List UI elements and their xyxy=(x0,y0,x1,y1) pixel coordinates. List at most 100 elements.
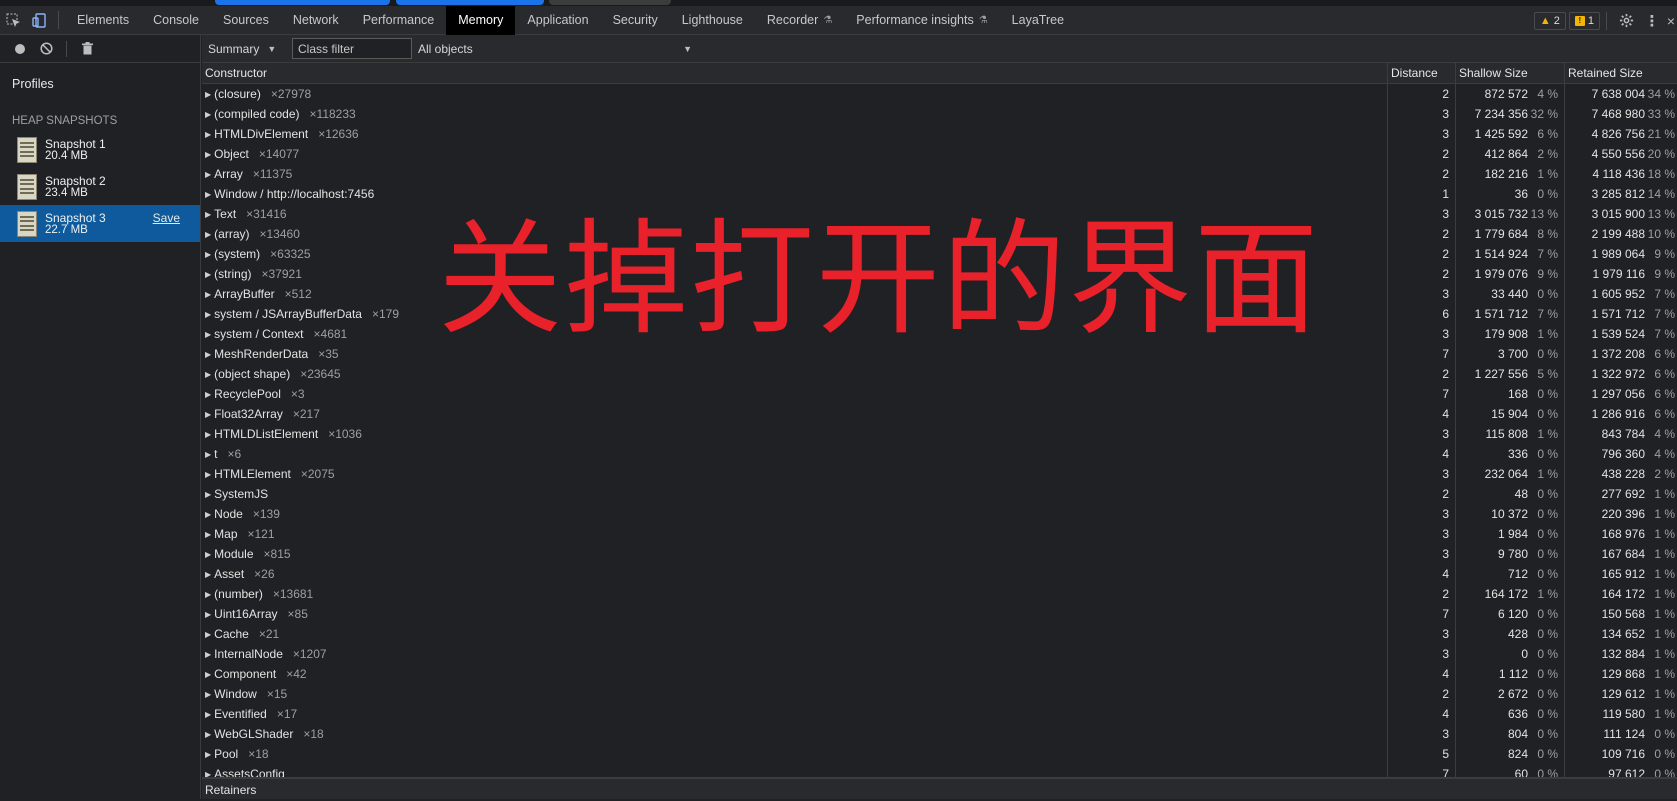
table-row[interactable]: ▶ WebGLShader ×18 3 804 0 % 111 124 0 % xyxy=(202,724,1677,744)
table-row[interactable]: ▶ Node ×139 3 10 372 0 % 220 396 1 % xyxy=(202,504,1677,524)
expand-triangle-icon[interactable]: ▶ xyxy=(205,585,211,604)
device-toolbar-icon[interactable] xyxy=(26,7,52,33)
tab-application[interactable]: Application xyxy=(515,6,600,35)
record-icon[interactable] xyxy=(8,37,32,61)
tab-elements[interactable]: Elements xyxy=(65,6,141,35)
expand-triangle-icon[interactable]: ▶ xyxy=(205,725,211,744)
snapshot-item[interactable]: Snapshot 3 22.7 MB Save xyxy=(0,205,200,242)
expand-triangle-icon[interactable]: ▶ xyxy=(205,385,211,404)
expand-triangle-icon[interactable]: ▶ xyxy=(205,305,211,324)
more-options-icon[interactable]: ⋮ xyxy=(1639,8,1665,34)
table-row[interactable]: ▶ HTMLDListElement ×1036 3 115 808 1 % 843 784… xyxy=(202,424,1677,444)
table-row[interactable]: ▶ Eventified ×17 4 636 0 % 119 580 1 % xyxy=(202,704,1677,724)
expand-triangle-icon[interactable]: ▶ xyxy=(205,165,211,184)
expand-triangle-icon[interactable]: ▶ xyxy=(205,645,211,664)
shallow-size-header[interactable]: Shallow Size xyxy=(1456,63,1565,84)
expand-triangle-icon[interactable]: ▶ xyxy=(205,685,211,704)
retained-size-header[interactable]: Retained Size xyxy=(1565,63,1677,84)
expand-triangle-icon[interactable]: ▶ xyxy=(205,85,211,104)
expand-triangle-icon[interactable]: ▶ xyxy=(205,185,211,204)
tab-memory[interactable]: Memory xyxy=(446,5,516,35)
expand-triangle-icon[interactable]: ▶ xyxy=(205,425,211,444)
snapshot-item[interactable]: Snapshot 1 20.4 MB xyxy=(0,131,200,168)
expand-triangle-icon[interactable]: ▶ xyxy=(205,125,211,144)
expand-triangle-icon[interactable]: ▶ xyxy=(205,405,211,424)
tab-lighthouse[interactable]: Lighthouse xyxy=(670,6,755,35)
snapshot-item[interactable]: Snapshot 2 23.4 MB xyxy=(0,168,200,205)
table-row[interactable]: ▶ AssetsConfig 7 60 0 % 97 612 0 % xyxy=(202,764,1677,777)
table-row[interactable]: ▶ RecyclePool ×3 7 168 0 % 1 297 056 6 % xyxy=(202,384,1677,404)
tab-layatree[interactable]: LayaTree xyxy=(1000,6,1076,35)
browser-tab[interactable] xyxy=(396,0,544,5)
expand-triangle-icon[interactable]: ▶ xyxy=(205,445,211,464)
expand-triangle-icon[interactable]: ▶ xyxy=(205,745,211,764)
table-row[interactable]: ▶ Array ×11375 2 182 216 1 % 4 118 436 18 % xyxy=(202,164,1677,184)
tab-recorder[interactable]: Recorder ⚗ xyxy=(755,6,844,35)
expand-triangle-icon[interactable]: ▶ xyxy=(205,705,211,724)
settings-gear-icon[interactable] xyxy=(1613,8,1639,34)
browser-tab[interactable] xyxy=(549,0,671,5)
save-snapshot-link[interactable]: Save xyxy=(153,211,180,225)
expand-triangle-icon[interactable]: ▶ xyxy=(205,345,211,364)
expand-triangle-icon[interactable]: ▶ xyxy=(205,205,211,224)
table-row[interactable]: ▶ Window / http://localhost:7456 1 36 0 % 3 2… xyxy=(202,184,1677,204)
expand-triangle-icon[interactable]: ▶ xyxy=(205,325,211,344)
table-row[interactable]: ▶ Pool ×18 5 824 0 % 109 716 0 % xyxy=(202,744,1677,764)
expand-triangle-icon[interactable]: ▶ xyxy=(205,145,211,164)
expand-triangle-icon[interactable]: ▶ xyxy=(205,765,211,777)
table-row[interactable]: ▶ Module ×815 3 9 780 0 % 167 684 1 % xyxy=(202,544,1677,564)
tab-performance-insights[interactable]: Performance insights ⚗ xyxy=(844,6,999,35)
expand-triangle-icon[interactable]: ▶ xyxy=(205,665,211,684)
table-row[interactable]: ▶ Uint16Array ×85 7 6 120 0 % 150 568 1 % xyxy=(202,604,1677,624)
table-row[interactable]: ▶ (object shape) ×23645 2 1 227 556 5 % 1 322 … xyxy=(202,364,1677,384)
retained-size-cell: 132 884 1 % xyxy=(1565,644,1677,664)
clear-icon[interactable] xyxy=(34,37,58,61)
objects-select[interactable]: All objects ▼ xyxy=(412,42,698,56)
table-row[interactable]: ▶ HTMLElement ×2075 3 232 064 1 % 438 228 2 % xyxy=(202,464,1677,484)
expand-triangle-icon[interactable]: ▶ xyxy=(205,505,211,524)
table-row[interactable]: ▶ InternalNode ×1207 3 0 0 % 132 884 1 % xyxy=(202,644,1677,664)
trash-icon[interactable] xyxy=(75,37,99,61)
retained-size-cell: 2 199 488 10 % xyxy=(1565,224,1677,244)
expand-triangle-icon[interactable]: ▶ xyxy=(205,485,211,504)
table-row[interactable]: ▶ Cache ×21 3 428 0 % 134 652 1 % xyxy=(202,624,1677,644)
tab-console[interactable]: Console xyxy=(141,6,211,35)
tab-sources[interactable]: Sources xyxy=(211,6,281,35)
tab-network[interactable]: Network xyxy=(281,6,351,35)
table-row[interactable]: ▶ Window ×15 2 2 672 0 % 129 612 1 % xyxy=(202,684,1677,704)
table-row[interactable]: ▶ (closure) ×27978 2 872 572 4 % 7 638 004 34 % xyxy=(202,84,1677,104)
expand-triangle-icon[interactable]: ▶ xyxy=(205,465,211,484)
tab-security[interactable]: Security xyxy=(601,6,670,35)
table-row[interactable]: ▶ Float32Array ×217 4 15 904 0 % 1 286 916 6 % xyxy=(202,404,1677,424)
expand-triangle-icon[interactable]: ▶ xyxy=(205,545,211,564)
table-row[interactable]: ▶ Component ×42 4 1 112 0 % 129 868 1 % xyxy=(202,664,1677,684)
issues-badge[interactable]: ! 1 xyxy=(1568,11,1600,30)
browser-tab[interactable] xyxy=(215,0,390,5)
table-row[interactable]: ▶ (number) ×13681 2 164 172 1 % 164 172 1 % xyxy=(202,584,1677,604)
view-select[interactable]: Summary ▼ xyxy=(202,42,288,56)
expand-triangle-icon[interactable]: ▶ xyxy=(205,625,211,644)
table-row[interactable]: ▶ Map ×121 3 1 984 0 % 168 976 1 % xyxy=(202,524,1677,544)
table-row[interactable]: ▶ HTMLDivElement ×12636 3 1 425 592 6 % 4 826 … xyxy=(202,124,1677,144)
table-row[interactable]: ▶ (compiled code) ×118233 3 7 234 356 32 % 7 4… xyxy=(202,104,1677,124)
constructor-header[interactable]: Constructor xyxy=(202,63,1388,84)
table-row[interactable]: ▶ Asset ×26 4 712 0 % 165 912 1 % xyxy=(202,564,1677,584)
expand-triangle-icon[interactable]: ▶ xyxy=(205,245,211,264)
expand-triangle-icon[interactable]: ▶ xyxy=(205,565,211,584)
close-icon[interactable]: × xyxy=(1665,8,1677,34)
inspect-element-icon[interactable] xyxy=(0,7,26,33)
expand-triangle-icon[interactable]: ▶ xyxy=(205,225,211,244)
expand-triangle-icon[interactable]: ▶ xyxy=(205,265,211,284)
expand-triangle-icon[interactable]: ▶ xyxy=(205,365,211,384)
table-row[interactable]: ▶ t ×6 4 336 0 % 796 360 4 % xyxy=(202,444,1677,464)
expand-triangle-icon[interactable]: ▶ xyxy=(205,525,211,544)
expand-triangle-icon[interactable]: ▶ xyxy=(205,285,211,304)
table-row[interactable]: ▶ SystemJS 2 48 0 % 277 692 1 % xyxy=(202,484,1677,504)
expand-triangle-icon[interactable]: ▶ xyxy=(205,605,211,624)
distance-header[interactable]: Distance xyxy=(1388,63,1456,84)
warnings-badge[interactable]: ▲ 2 xyxy=(1533,11,1566,30)
table-row[interactable]: ▶ Object ×14077 2 412 864 2 % 4 550 556 20 % xyxy=(202,144,1677,164)
class-filter-input[interactable] xyxy=(292,38,412,59)
tab-performance[interactable]: Performance xyxy=(351,6,447,35)
expand-triangle-icon[interactable]: ▶ xyxy=(205,105,211,124)
